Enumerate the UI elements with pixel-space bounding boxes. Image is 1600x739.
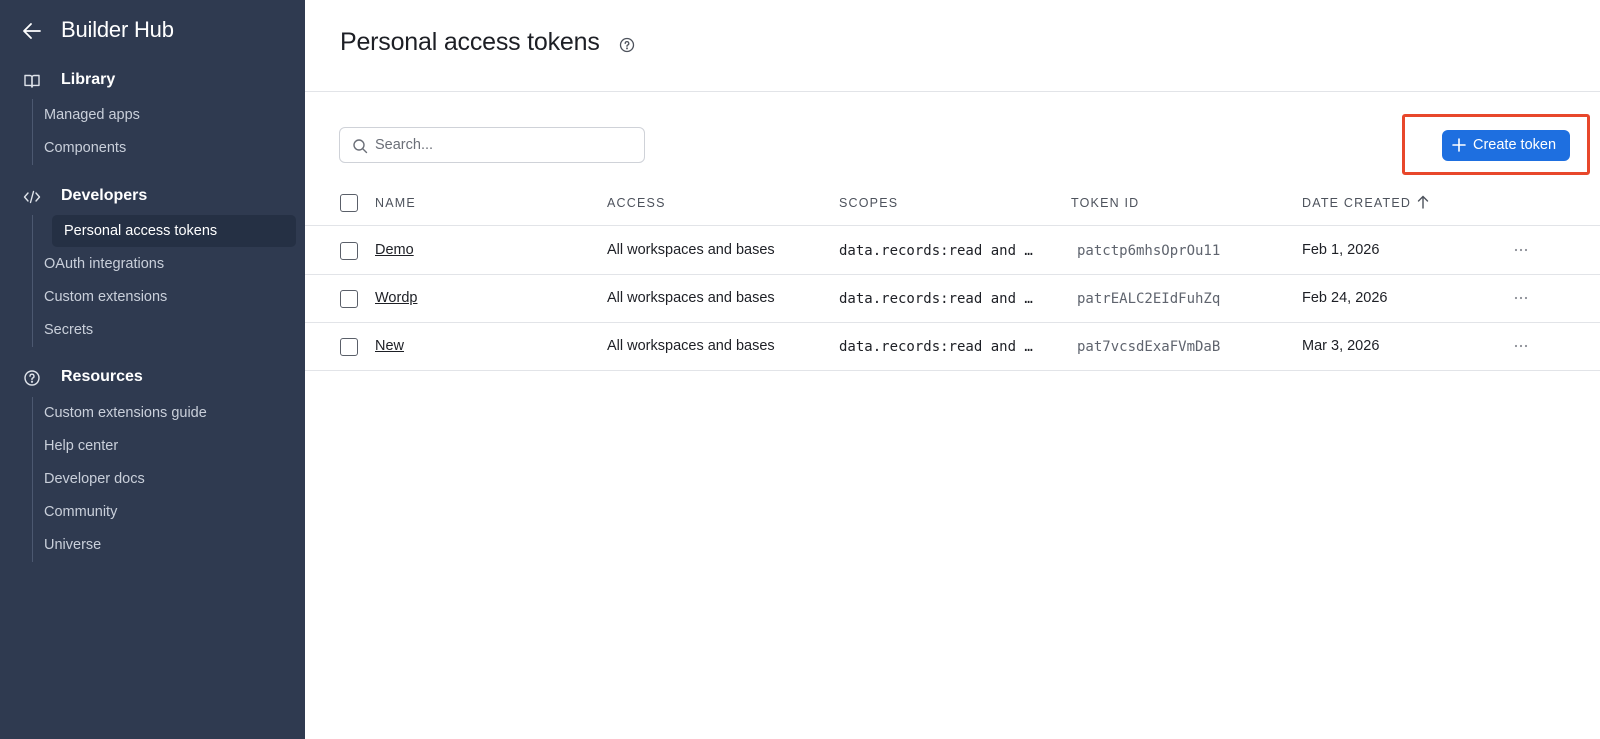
more-options-icon[interactable] bbox=[1512, 289, 1530, 307]
token-name-link[interactable]: Wordp bbox=[375, 290, 417, 306]
section-developers: Developers bbox=[0, 182, 305, 212]
sidebar-item-oauth-integrations[interactable]: OAuth integrations bbox=[32, 248, 272, 280]
sidebar-item-community[interactable]: Community bbox=[32, 496, 272, 528]
row-checkbox[interactable] bbox=[340, 338, 358, 356]
main-content: Personal access tokens Create token NAME… bbox=[305, 0, 1600, 739]
help-circle-icon bbox=[24, 370, 40, 386]
token-id: patrEALC2EIdFuhZq bbox=[1077, 291, 1221, 307]
sidebar: Builder Hub Library Managed apps Compone… bbox=[0, 0, 305, 739]
section-label: Resources bbox=[61, 368, 143, 385]
sidebar-item-label: Managed apps bbox=[44, 107, 140, 123]
column-header-date-created[interactable]: DATE CREATED bbox=[1302, 196, 1411, 210]
sort-ascending-icon[interactable] bbox=[1417, 195, 1429, 209]
table-row[interactable]: Demo All workspaces and bases data.recor… bbox=[305, 227, 1600, 275]
table-row[interactable]: New All workspaces and bases data.record… bbox=[305, 323, 1600, 371]
search-icon bbox=[353, 139, 368, 154]
token-access: All workspaces and bases bbox=[607, 338, 775, 354]
select-all-checkbox[interactable] bbox=[340, 194, 358, 212]
token-access: All workspaces and bases bbox=[607, 290, 775, 306]
sidebar-item-help-center[interactable]: Help center bbox=[32, 430, 272, 462]
sidebar-header: Builder Hub bbox=[0, 14, 305, 48]
search-box[interactable] bbox=[339, 127, 645, 163]
title-divider bbox=[305, 91, 1600, 92]
token-id: patctp6mhsOprOu11 bbox=[1077, 243, 1221, 259]
sidebar-item-label: Personal access tokens bbox=[64, 223, 218, 239]
section-label: Library bbox=[61, 71, 116, 88]
sidebar-item-custom-extensions[interactable]: Custom extensions bbox=[32, 281, 272, 313]
sidebar-item-components[interactable]: Components bbox=[32, 132, 272, 164]
sidebar-item-label: Help center bbox=[44, 438, 119, 454]
plus-icon bbox=[1452, 138, 1466, 152]
create-token-label: Create token bbox=[1473, 137, 1557, 153]
more-options-icon[interactable] bbox=[1512, 241, 1530, 259]
sidebar-item-developer-docs[interactable]: Developer docs bbox=[32, 463, 272, 495]
library-items: Managed apps Components bbox=[32, 99, 140, 165]
token-access: All workspaces and bases bbox=[607, 242, 775, 258]
token-scopes: data.records:read and … bbox=[839, 291, 1033, 307]
sidebar-item-label: Custom extensions guide bbox=[44, 405, 207, 421]
section-library: Library bbox=[0, 66, 305, 96]
sidebar-item-label: Developer docs bbox=[44, 471, 145, 487]
sidebar-item-label: Community bbox=[44, 504, 118, 520]
row-checkbox[interactable] bbox=[340, 242, 358, 260]
resources-items: Custom extensions guide Help center Deve… bbox=[32, 397, 207, 562]
token-date: Mar 3, 2026 bbox=[1302, 338, 1380, 354]
token-scopes: data.records:read and … bbox=[839, 339, 1033, 355]
more-options-icon[interactable] bbox=[1512, 337, 1530, 355]
token-name-link[interactable]: New bbox=[375, 338, 404, 354]
column-header-scopes[interactable]: SCOPES bbox=[839, 196, 898, 210]
sidebar-item-universe[interactable]: Universe bbox=[32, 529, 272, 561]
column-header-access[interactable]: ACCESS bbox=[607, 196, 666, 210]
help-icon[interactable] bbox=[619, 37, 635, 53]
token-scopes: data.records:read and … bbox=[839, 243, 1033, 259]
back-arrow-icon[interactable] bbox=[22, 22, 42, 40]
table-row[interactable]: Wordp All workspaces and bases data.reco… bbox=[305, 275, 1600, 323]
sidebar-item-secrets[interactable]: Secrets bbox=[32, 314, 272, 346]
table-header: NAME ACCESS SCOPES TOKEN ID DATE CREATED bbox=[305, 186, 1600, 226]
create-token-button[interactable]: Create token bbox=[1442, 130, 1570, 161]
sidebar-item-label: Universe bbox=[44, 537, 102, 553]
row-checkbox[interactable] bbox=[340, 290, 358, 308]
section-label: Developers bbox=[61, 187, 148, 204]
token-date: Feb 24, 2026 bbox=[1302, 290, 1388, 306]
token-date: Feb 1, 2026 bbox=[1302, 242, 1380, 258]
token-name-link[interactable]: Demo bbox=[375, 242, 414, 258]
developers-items: Personal access tokens OAuth integration… bbox=[32, 215, 296, 347]
search-input[interactable] bbox=[375, 134, 635, 156]
section-resources: Resources bbox=[0, 363, 305, 393]
book-icon bbox=[24, 74, 40, 88]
sidebar-item-label: Secrets bbox=[44, 322, 94, 338]
token-id: pat7vcsdExaFVmDaB bbox=[1077, 339, 1221, 355]
sidebar-item-label: Custom extensions bbox=[44, 289, 168, 305]
sidebar-item-custom-extensions-guide[interactable]: Custom extensions guide bbox=[32, 397, 272, 429]
page-title: Personal access tokens bbox=[340, 28, 600, 56]
sidebar-item-label: Components bbox=[44, 140, 127, 156]
sidebar-item-label: OAuth integrations bbox=[44, 256, 165, 272]
column-header-name[interactable]: NAME bbox=[375, 196, 416, 210]
code-icon bbox=[23, 190, 41, 204]
sidebar-title: Builder Hub bbox=[61, 17, 174, 42]
sidebar-item-personal-access-tokens[interactable]: Personal access tokens bbox=[52, 215, 296, 247]
column-header-token-id[interactable]: TOKEN ID bbox=[1071, 196, 1139, 210]
sidebar-item-managed-apps[interactable]: Managed apps bbox=[32, 99, 272, 131]
